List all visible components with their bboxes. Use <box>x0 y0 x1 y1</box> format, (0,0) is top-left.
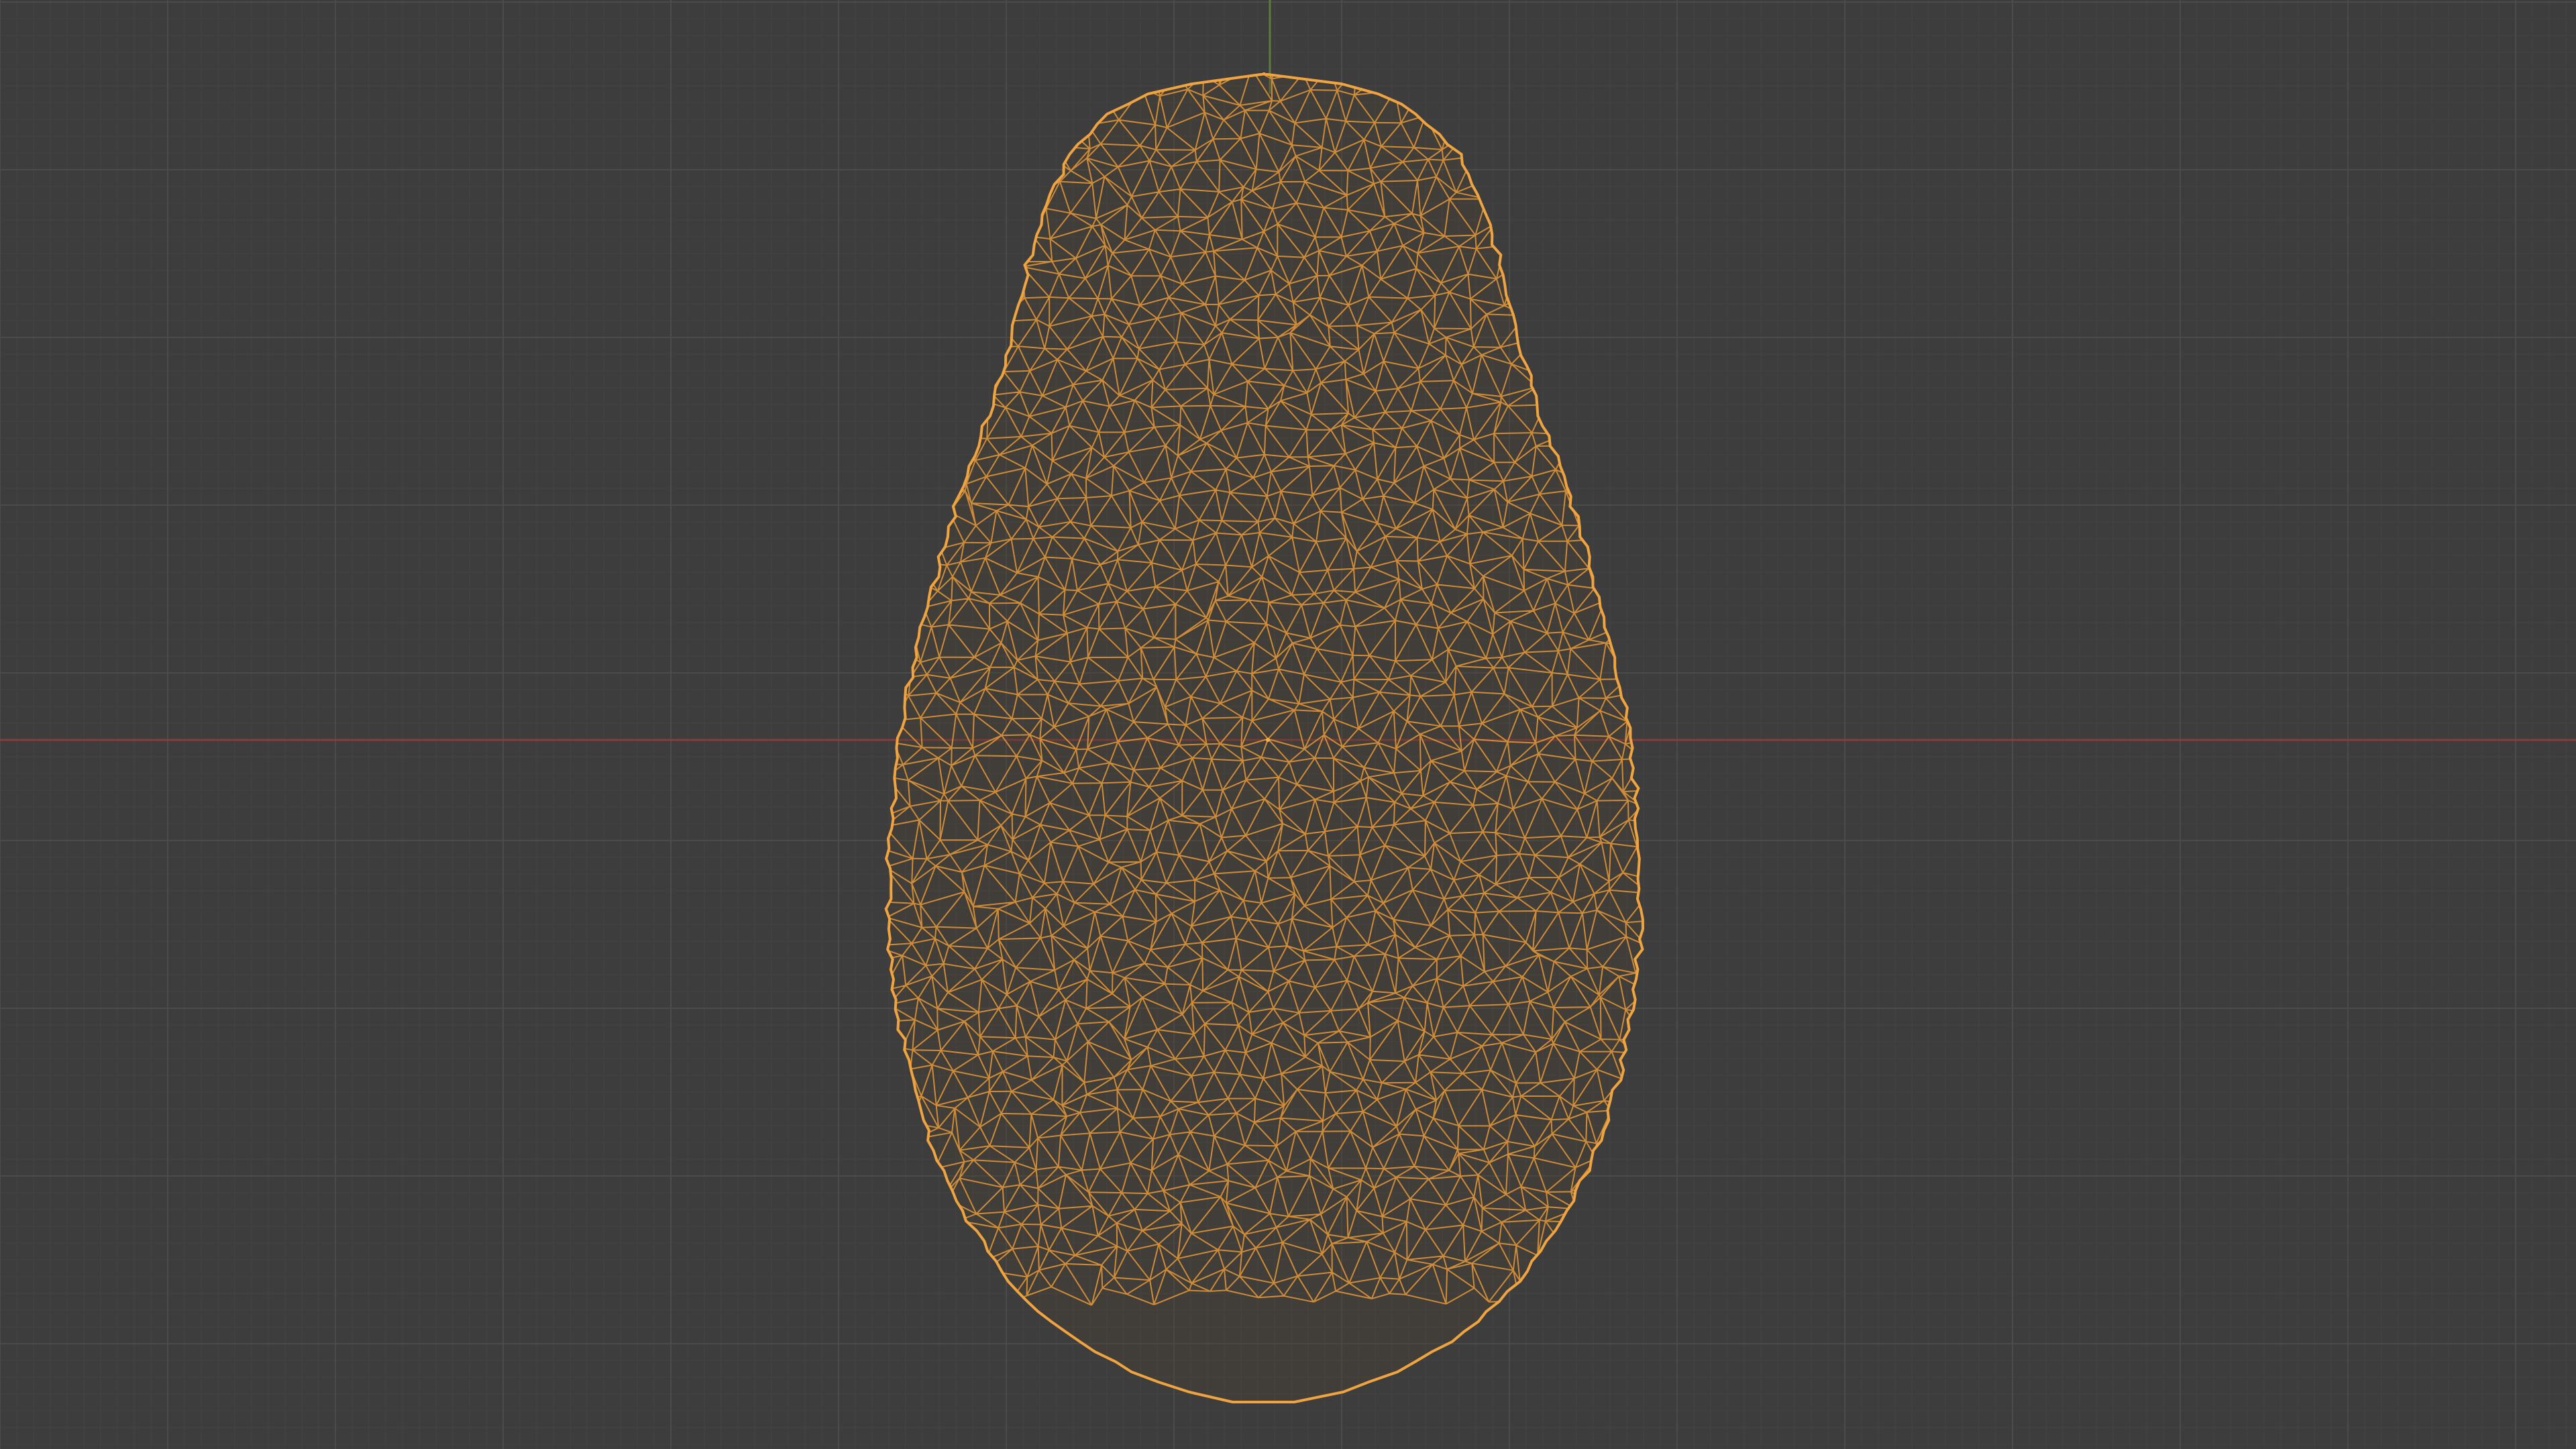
origin-point-icon <box>1266 738 1270 742</box>
3d-viewport[interactable] <box>0 0 2576 1449</box>
viewport-canvas[interactable] <box>0 0 2576 1449</box>
